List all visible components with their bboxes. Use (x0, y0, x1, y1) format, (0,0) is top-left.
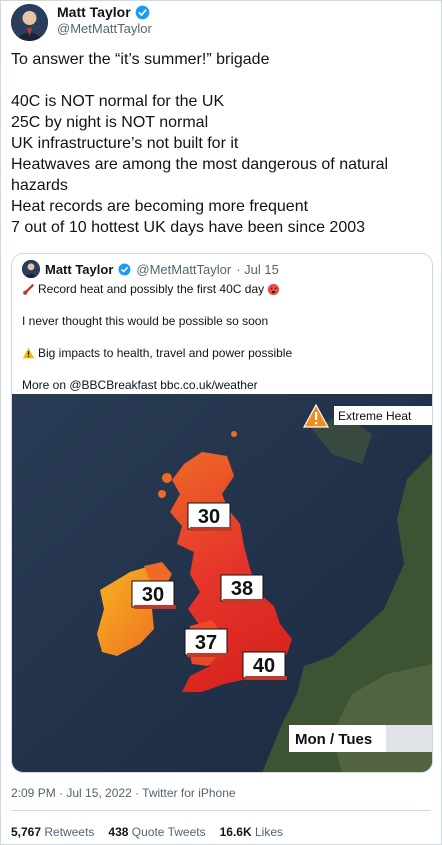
tweet-line: 7 out of 10 hottest UK days have been si… (11, 219, 366, 236)
tweet-line: Heatwaves are among the most dangerous o… (11, 156, 389, 173)
svg-text:37: 37 (195, 632, 217, 654)
quoted-tweet-header: Matt Taylor @MetMattTaylor · Jul 15 (22, 260, 279, 278)
quoted-date: · Jul 15 (236, 261, 279, 277)
svg-text:Mon / Tues: Mon / Tues (295, 731, 372, 748)
quoted-line: Big impacts to health, travel and power … (38, 346, 293, 360)
temp-box-north-england: 38 (220, 574, 265, 603)
retweets-stat[interactable]: 5,767 Retweets (11, 825, 94, 839)
quoted-line[interactable]: More on @BBCBreakfast bbc.co.uk/weather (22, 377, 422, 393)
tweet-line: Heat records are becoming more frequent (11, 198, 309, 215)
svg-text:40: 40 (253, 655, 275, 677)
quoted-avatar (22, 260, 40, 278)
temp-box-ireland: 30 (131, 580, 176, 609)
author-handle[interactable]: @MetMattTaylor (57, 21, 152, 36)
verified-badge-icon (135, 5, 150, 19)
heat-map-image[interactable]: Extreme Heat 30 30 38 37 40 Mon / Tues (12, 394, 432, 772)
temp-box-south-england: 40 (242, 651, 287, 680)
tweet-line: UK infrastructure’s not built for it (11, 135, 239, 152)
warning-icon (22, 347, 35, 358)
tweet-text: To answer the “it’s summer!” brigade 40C… (11, 49, 436, 238)
tweet-line: To answer the “it’s summer!” brigade (11, 51, 270, 68)
quoted-tweet[interactable]: Matt Taylor @MetMattTaylor · Jul 15 Reco… (11, 253, 433, 773)
quoted-tweet-text: Record heat and possibly the first 40C d… (22, 281, 422, 393)
temp-box-scotland: 30 (187, 502, 232, 531)
hot-face-icon (267, 283, 280, 295)
tweet-line: 40C is NOT normal for the UK (11, 93, 225, 110)
avatar[interactable] (11, 4, 48, 41)
quoted-line: I never thought this would be possible s… (22, 314, 269, 328)
quote-tweets-stat[interactable]: 438 Quote Tweets (108, 825, 205, 839)
thermometer-icon (23, 283, 34, 295)
author-name[interactable]: Matt Taylor (57, 4, 131, 20)
temp-box-wales: 37 (184, 628, 229, 657)
likes-stat[interactable]: 16.6K Likes (220, 825, 283, 839)
author-block: Matt Taylor @MetMattTaylor (57, 4, 152, 36)
tweet-timestamp[interactable]: 2:09 PM · Jul 15, 2022 · Twitter for iPh… (11, 786, 236, 800)
tweet-line: 25C by night is NOT normal (11, 114, 209, 131)
divider (11, 810, 431, 811)
tweet-header: Matt Taylor @MetMattTaylor (11, 4, 431, 44)
svg-text:30: 30 (142, 584, 164, 606)
quoted-author-handle: @MetMattTaylor (136, 261, 232, 277)
day-label: Mon / Tues (289, 725, 432, 752)
tweet-line: hazards (11, 177, 68, 194)
verified-badge-icon (118, 263, 131, 275)
svg-text:30: 30 (198, 506, 220, 528)
quoted-line: Record heat and possibly the first 40C d… (38, 282, 265, 296)
quoted-author-name: Matt Taylor (45, 261, 114, 277)
warning-text: Extreme Heat (338, 409, 412, 423)
svg-text:38: 38 (231, 578, 253, 600)
engagement-stats: 5,767 Retweets 438 Quote Tweets 16.6K Li… (11, 825, 283, 839)
